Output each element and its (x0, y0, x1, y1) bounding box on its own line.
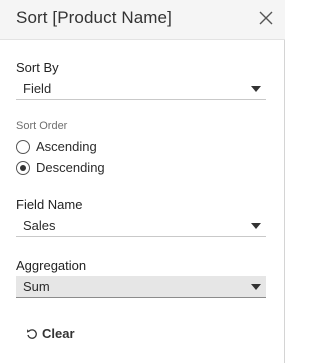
chevron-down-icon (251, 223, 261, 229)
radio-ascending[interactable]: Ascending (16, 139, 216, 157)
field-name-dropdown[interactable]: Sales (16, 215, 266, 237)
sort-by-value: Field (23, 81, 52, 96)
radio-descending[interactable]: Descending (16, 160, 216, 178)
aggregation-dropdown[interactable]: Sum (16, 276, 266, 298)
sort-by-label: Sort By (16, 60, 59, 75)
reset-icon (27, 329, 37, 339)
aggregation-value: Sum (23, 279, 50, 294)
sort-order-label: Sort Order (16, 120, 68, 132)
field-name-label: Field Name (16, 197, 83, 212)
dialog-header: Sort [Product Name] (0, 0, 285, 40)
chevron-down-icon (251, 86, 261, 92)
sort-dialog: Sort [Product Name] Sort By Field Sort O… (0, 0, 285, 363)
clear-button[interactable]: Clear (26, 326, 86, 344)
close-button[interactable] (256, 8, 276, 28)
sort-by-dropdown[interactable]: Field (16, 78, 266, 100)
close-icon (259, 11, 273, 25)
radio-label-descending: Descending (36, 160, 105, 175)
radio-selected-dot (20, 165, 26, 171)
radio-label-ascending: Ascending (36, 139, 97, 154)
dialog-title: Sort [Product Name] (16, 8, 172, 27)
field-name-value: Sales (23, 218, 56, 233)
radio-button-ascending[interactable] (16, 140, 30, 154)
aggregation-label: Aggregation (16, 258, 87, 273)
chevron-down-icon (251, 284, 261, 290)
clear-label: Clear (42, 326, 75, 341)
radio-button-descending[interactable] (16, 161, 30, 175)
